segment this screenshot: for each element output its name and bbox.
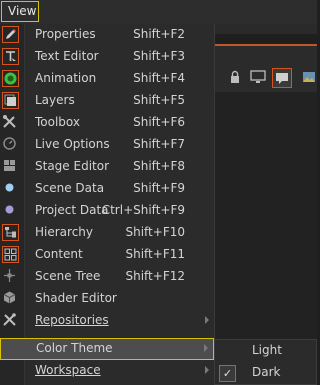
menu-item-shortcut: Shift+F11: [125, 247, 185, 261]
view-menu-button[interactable]: View: [1, 1, 39, 22]
layers-icon: [2, 92, 19, 109]
hierarchy-icon: [2, 224, 19, 241]
menu-bar: View: [0, 0, 317, 24]
menu-item-label: Workspace: [35, 363, 101, 377]
submenu-arrow-icon: [204, 344, 208, 352]
clock-icon: [2, 136, 19, 153]
submenu-item-dark[interactable]: ✓ Dark: [215, 362, 318, 384]
menu-item-label: Project Data: [35, 203, 109, 217]
submenu-arrow-icon: [205, 316, 209, 324]
menu-item-label: Repositories: [35, 313, 109, 327]
menu-item-label: Text Editor: [35, 49, 99, 63]
submenu-arrow-icon: [205, 366, 209, 374]
menu-item-shortcut: Shift+F4: [133, 71, 185, 85]
menu-item-stage-editor[interactable]: Stage Editor Shift+F8: [0, 156, 214, 178]
monitor-icon[interactable]: [250, 70, 266, 86]
menu-item-shortcut: Ctrl+Shift+F9: [101, 203, 185, 217]
purple-dot-icon: [2, 202, 19, 219]
menu-item-scene-tree[interactable]: Scene Tree Shift+F12: [0, 266, 214, 288]
submenu-item-light[interactable]: Light: [215, 340, 318, 362]
submenu-item-label: Dark: [252, 365, 281, 379]
menu-item-label: Content: [35, 247, 83, 261]
menu-item-shortcut: Shift+F8: [133, 159, 185, 173]
menu-item-label: Properties: [35, 27, 96, 41]
content-grid-icon: [2, 246, 19, 263]
menu-item-label: Scene Tree: [35, 269, 101, 283]
menu-item-live-options[interactable]: Live Options Shift+F7: [0, 134, 214, 156]
menu-item-content[interactable]: Content Shift+F11: [0, 244, 214, 266]
wrench-screwdriver-icon: [2, 114, 19, 131]
menu-item-label: Toolbox: [35, 115, 80, 129]
menu-item-label: Live Options: [35, 137, 110, 151]
menu-item-label: Layers: [35, 93, 75, 107]
menu-item-color-theme[interactable]: Color Theme: [0, 338, 214, 360]
menu-item-shortcut: Shift+F12: [125, 269, 185, 283]
menu-item-shortcut: Shift+F10: [125, 225, 185, 239]
tools-icon: [2, 312, 19, 329]
menu-item-project-data[interactable]: Project Data Ctrl+Shift+F9: [0, 200, 214, 222]
animation-circle-icon: [2, 70, 19, 87]
menu-item-shortcut: Shift+F2: [133, 27, 185, 41]
menu-item-label: Color Theme: [36, 341, 113, 355]
menu-item-text-editor[interactable]: Text Editor Shift+F3: [0, 46, 214, 68]
app-canvas: [214, 92, 317, 342]
color-theme-submenu: Light ✓ Dark: [214, 339, 317, 385]
menu-item-workspace[interactable]: Workspace: [0, 360, 214, 382]
menu-item-shortcut: Shift+F9: [133, 181, 185, 195]
submenu-item-label: Light: [252, 343, 282, 357]
menu-item-shortcut: Shift+F3: [133, 49, 185, 63]
menu-item-label: Hierarchy: [35, 225, 94, 239]
image-icon[interactable]: [302, 70, 318, 86]
menu-item-label: Animation: [35, 71, 97, 85]
menu-item-repositories[interactable]: Repositories: [0, 310, 214, 332]
menu-item-animation[interactable]: Animation Shift+F4: [0, 68, 214, 90]
text-cursor-icon: [2, 48, 19, 65]
view-dropdown-menu: Properties Shift+F2 Text Editor Shift+F3…: [0, 24, 215, 385]
menu-item-shortcut: Shift+F5: [133, 93, 185, 107]
lock-icon[interactable]: [228, 70, 244, 86]
menu-item-hierarchy[interactable]: Hierarchy Shift+F10: [0, 222, 214, 244]
menu-item-shortcut: Shift+F6: [133, 115, 185, 129]
stage-grid-icon: [2, 158, 19, 175]
menu-item-shader-editor[interactable]: Shader Editor: [0, 288, 214, 310]
menu-item-scene-data[interactable]: Scene Data Shift+F9: [0, 178, 214, 200]
menu-item-layers[interactable]: Layers Shift+F5: [0, 90, 214, 112]
comment-icon[interactable]: [272, 68, 292, 88]
blue-dot-icon: [2, 180, 19, 197]
cube-icon: [2, 290, 19, 307]
menu-item-label: Stage Editor: [35, 159, 110, 173]
menu-item-toolbox[interactable]: Toolbox Shift+F6: [0, 112, 214, 134]
menu-item-label: Scene Data: [35, 181, 105, 195]
scene-tree-icon: [2, 268, 19, 285]
pencil-icon: [2, 26, 19, 43]
menu-item-properties[interactable]: Properties Shift+F2: [0, 24, 214, 46]
menu-item-shortcut: Shift+F7: [133, 137, 185, 151]
app-toolbar: [214, 46, 317, 92]
menu-item-label: Shader Editor: [35, 291, 117, 305]
checkmark-icon: ✓: [219, 365, 236, 382]
app-tab-strip: [214, 24, 317, 34]
